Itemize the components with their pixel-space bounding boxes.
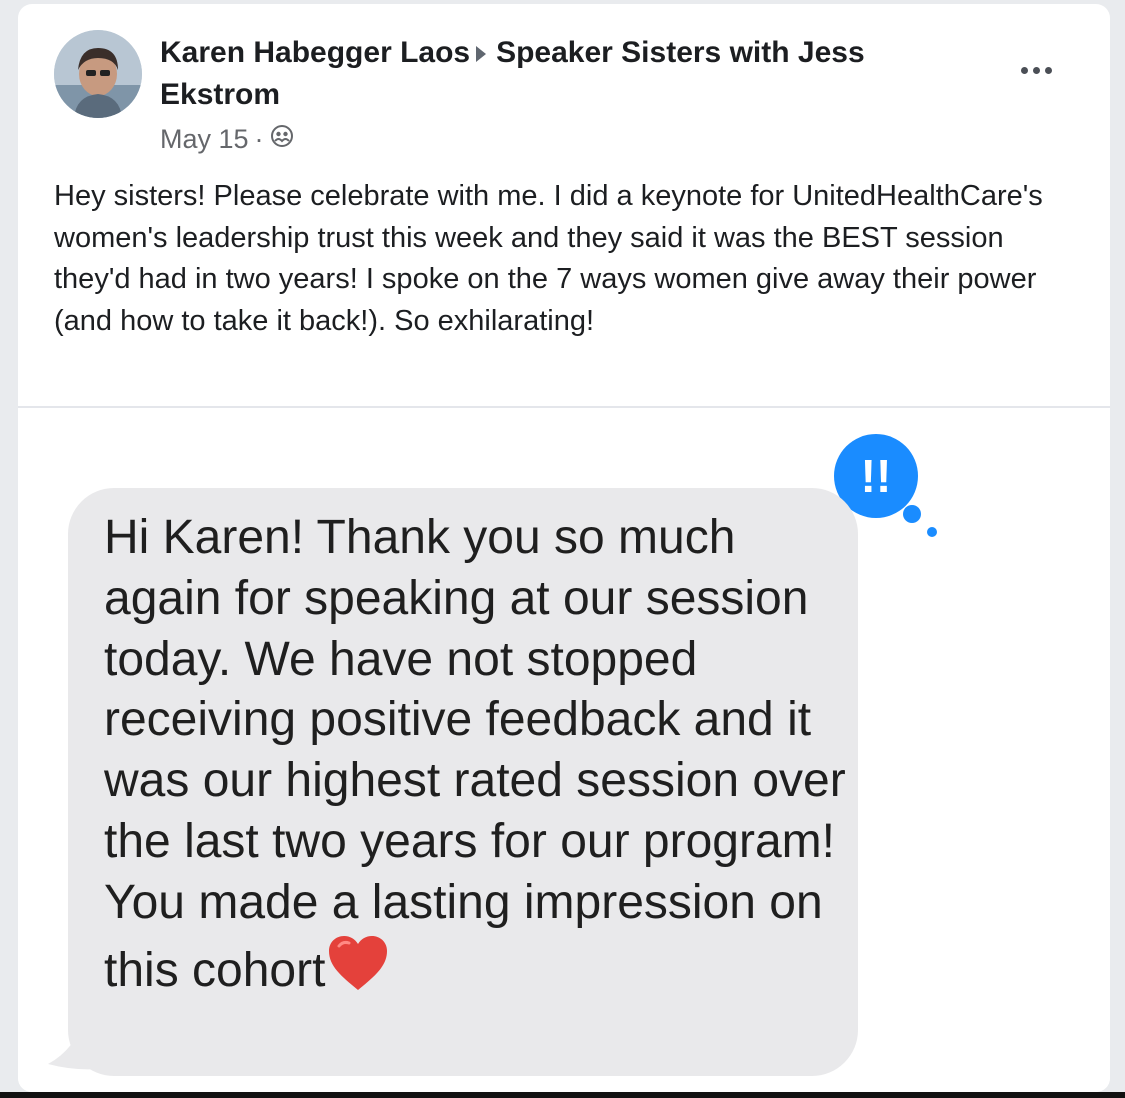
author-avatar[interactable] — [54, 30, 142, 118]
post-header: Karen Habegger Laos Speaker Sisters with … — [160, 32, 960, 116]
post-body: Hey sisters! Please celebrate with me. I… — [54, 180, 1043, 337]
bottom-edge — [0, 1092, 1125, 1098]
author-name[interactable]: Karen Habegger Laos — [160, 36, 470, 69]
more-options-icon[interactable] — [1014, 56, 1058, 84]
message-screenshot: !! Hi Karen! Thank you so much again for… — [18, 408, 1110, 1092]
post-date[interactable]: May 15 — [160, 124, 249, 155]
svg-text:!!: !! — [861, 450, 892, 502]
message-text: Hi Karen! Thank you so much again for sp… — [104, 508, 864, 1007]
group-icon — [270, 124, 294, 155]
heart-emoji-icon — [327, 934, 389, 1008]
message-body: Hi Karen! Thank you so much again for sp… — [104, 511, 846, 997]
meta-separator: · — [254, 123, 264, 154]
arrow-right-icon — [476, 46, 487, 63]
facebook-post-card: Karen Habegger Laos Speaker Sisters with … — [18, 4, 1110, 1092]
post-meta: May 15 · — [160, 122, 294, 156]
